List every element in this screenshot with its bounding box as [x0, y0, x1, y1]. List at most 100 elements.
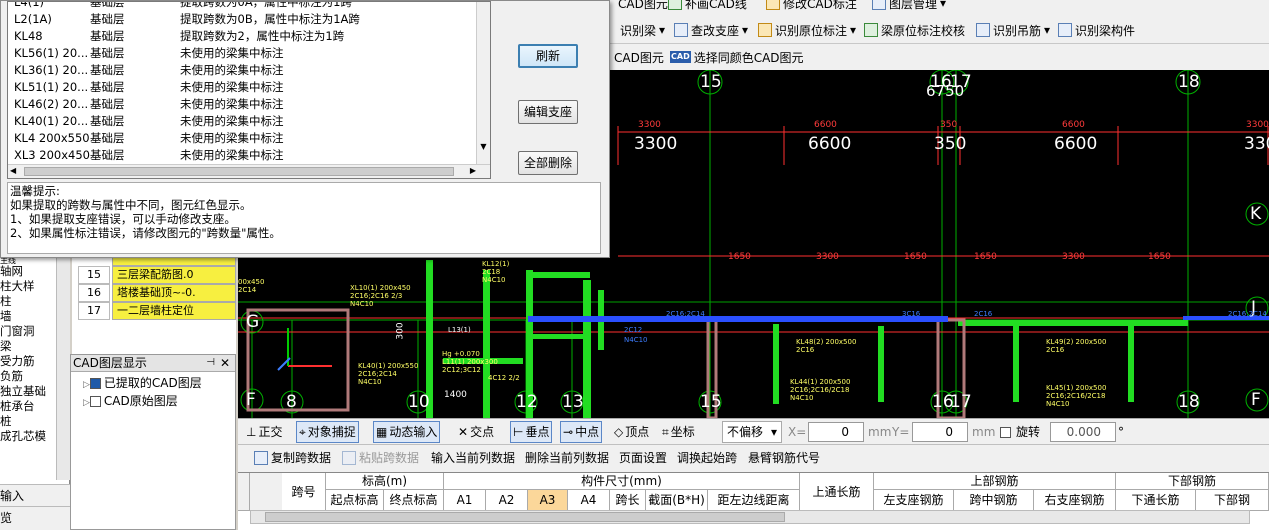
col-right-support-rebar: 右支座钢筋 — [1034, 490, 1116, 511]
list-item[interactable]: L4(1) 基础层 提取跨数为0A，属性中标注为1跨 — [8, 1, 478, 11]
delete-current-column-button[interactable]: 删除当前列数据 — [525, 449, 609, 466]
hanger-icon — [976, 23, 990, 37]
scroll-left-arrow-icon[interactable]: ◀ — [10, 166, 16, 175]
item-layer: 基础层 — [90, 97, 125, 111]
list-item[interactable]: XL3 200x450 基础层 未使用的梁集中标注 — [8, 147, 478, 164]
left-nav-scrollbar[interactable] — [56, 258, 70, 480]
checkbox-icon[interactable] — [89, 378, 101, 389]
input-current-column-button[interactable]: 输入当前列数据 — [431, 449, 515, 466]
check-support-label: 查改支座 — [691, 23, 740, 38]
beam-annotation-check-button[interactable]: 梁原位标注校核 — [864, 19, 965, 41]
draw-cad-line-button[interactable]: 补画CAD线 — [668, 0, 747, 14]
swap-start-span-button[interactable]: 调换起始跨 — [677, 449, 737, 466]
item-desc: 未使用的梁集中标注 — [180, 80, 284, 94]
list-item[interactable]: KL36(1) 20... 基础层 未使用的梁集中标注 — [8, 62, 478, 79]
list-item[interactable]: KL40(1) 20... 基础层 未使用的梁集中标注 — [8, 113, 478, 130]
page-setup-label: 页面设置 — [619, 451, 668, 465]
close-icon[interactable]: ✕ — [220, 355, 230, 371]
intersection-label: 交点 — [470, 425, 495, 439]
list-vertical-scrollbar[interactable]: ▼ — [476, 2, 490, 164]
item-desc: 提取跨数为0A，属性中标注为1跨 — [180, 1, 352, 9]
rotate-label: 旋转 — [1016, 425, 1041, 439]
object-snap-button[interactable]: ⌖ 对象捕捉 — [296, 421, 359, 443]
dim-white-2: 6600 — [808, 134, 852, 154]
modify-cad-annotation-button[interactable]: 修改CAD标注 — [766, 0, 857, 14]
preview-tab[interactable]: 览 — [0, 506, 70, 528]
scroll-down-arrow-icon[interactable]: ▼ — [479, 142, 488, 160]
tip-line: 1、如果提取支座错误，可以手动修改支座。 — [10, 212, 236, 226]
checkbox-icon[interactable] — [89, 396, 101, 407]
axis-label-18-bottom: 18 — [1178, 392, 1200, 412]
col-end-elevation: 终点标高 — [384, 490, 444, 511]
col-a3[interactable]: A3 — [528, 490, 568, 511]
delete-all-button[interactable]: 全部删除 — [518, 151, 578, 175]
coordinate-snap-button[interactable]: ⌗ 坐标 — [662, 421, 695, 443]
dynamic-input-label: 动态输入 — [389, 425, 438, 439]
input-tab[interactable]: 输入 — [0, 484, 70, 506]
offset-select[interactable]: 不偏移 ▾ — [722, 421, 782, 443]
scroll-thumb[interactable] — [265, 512, 785, 522]
pin-icon[interactable]: ⊣ — [206, 355, 215, 371]
x-coordinate-input[interactable]: 0 — [808, 422, 864, 442]
axis-label-12: 12 — [516, 392, 538, 412]
edit-support-button[interactable]: 编辑支座 — [518, 100, 578, 124]
list-item[interactable]: KL4 200x550 基础层 未使用的梁集中标注 — [8, 130, 478, 147]
dynamic-input-icon: ▦ — [376, 425, 388, 439]
select-same-color-cad-button[interactable]: CAD 选择同颜色CAD图元 — [670, 46, 804, 68]
swap-start-span-label: 调换起始跨 — [677, 451, 738, 465]
rebar-n4c10: N4C10 — [624, 336, 648, 344]
grid-horizontal-scrollbar[interactable] — [250, 510, 1250, 524]
table-row[interactable]: 17 一二层墙柱定位 — [72, 302, 236, 320]
layer-management-button[interactable]: 图层管理 ▾ — [872, 0, 946, 14]
cad-element-button[interactable]: CAD图元 — [618, 0, 668, 14]
list-item[interactable]: KL46(2) 20... 基础层 未使用的梁集中标注 — [8, 96, 478, 113]
axis-label-k: K — [1250, 204, 1262, 224]
tip-line: 如果提取的跨数与属性中不同，图元红色显示。 — [10, 198, 252, 212]
dropdown-arrow-icon: ▾ — [742, 23, 749, 37]
expand-icon[interactable]: ▷ — [83, 380, 90, 390]
table-row[interactable]: 16 塔楼基础顶~-0. — [72, 284, 236, 302]
midpoint-snap-button[interactable]: ⊸ 中点 — [560, 421, 603, 443]
item-name: KL4 200x550 — [14, 131, 90, 145]
refresh-button[interactable]: 刷新 — [518, 44, 578, 68]
list-item[interactable]: KL56(1) 20... 基础层 未使用的梁集中标注 — [8, 45, 478, 62]
copy-span-data-button[interactable]: 复制跨数据 — [254, 449, 331, 466]
rotate-toggle[interactable]: 旋转 — [1000, 421, 1040, 443]
intersection-snap-button[interactable]: ✕ 交点 — [458, 421, 494, 443]
scroll-right-arrow-icon[interactable]: ▶ — [470, 166, 476, 175]
identify-hanger-bar-button[interactable]: 识别吊筋 ▾ — [976, 19, 1050, 41]
paste-span-data-button[interactable]: 粘贴跨数据 — [342, 449, 419, 466]
identify-in-situ-annotation-button[interactable]: 识别原位标注 ▾ — [758, 19, 856, 41]
identify-beam-component-button[interactable]: 识别梁构件 — [1058, 19, 1135, 41]
cad-element-select-button[interactable]: CAD图元 — [614, 46, 664, 68]
list-item[interactable]: KL48 基础层 提取跨数为2，属性中标注为1跨 — [8, 28, 478, 45]
page-setup-button[interactable]: 页面设置 — [619, 449, 667, 466]
tip-line: 2、如果属性标注错误，请修改图元的"跨数量"属性。 — [10, 226, 281, 240]
list-item[interactable]: L2(1A) 基础层 提取跨数为0B，属性中标注为1A跨 — [8, 11, 478, 28]
identify-hanger-bar-label: 识别吊筋 — [993, 23, 1042, 38]
check-support-button[interactable]: 查改支座 ▾ — [674, 19, 748, 41]
rotate-angle-input[interactable]: 0.000 — [1050, 422, 1116, 442]
axis-label-10: 10 — [408, 392, 430, 412]
problem-list: L4(1) 基础层 提取跨数为0A，属性中标注为1跨 L2(1A) 基础层 提取跨数为0… — [7, 1, 491, 179]
col-top-rebar: 上部钢筋 — [874, 473, 1116, 490]
list-horizontal-scrollbar[interactable]: ◀ ▶ — [8, 164, 490, 178]
y-coordinate-input[interactable]: 0 — [912, 422, 968, 442]
cad-layer-panel-title: CAD图层显示 — [73, 356, 147, 370]
scroll-thumb[interactable] — [24, 167, 454, 176]
cad-layer-item-original[interactable]: ▷ CAD原始图层 — [71, 393, 235, 411]
dynamic-input-button[interactable]: ▦ 动态输入 — [373, 421, 441, 443]
list-item[interactable]: KL51(1) 20... 基础层 未使用的梁集中标注 — [8, 79, 478, 96]
col-span-no: 跨号 — [282, 473, 326, 511]
perpendicular-snap-button[interactable]: ⊢ 垂点 — [510, 421, 553, 443]
identify-beam-button[interactable]: 识别梁 ▾ — [620, 19, 665, 41]
dropdown-arrow-icon: ▾ — [659, 23, 666, 37]
vertex-snap-button[interactable]: ◇ 顶点 — [614, 421, 649, 443]
beam-label-kl44: KL44(1) 200x500 2C16;2C16/2C18 N4C10 — [790, 378, 851, 402]
cantilever-rebar-code-button[interactable]: 悬臂钢筋代号 — [748, 449, 820, 466]
ortho-button[interactable]: ⊥ 正交 — [246, 421, 282, 443]
table-row[interactable]: 15 三层梁配筋图.0 — [72, 266, 236, 284]
rotate-checkbox-icon[interactable] — [1000, 426, 1011, 438]
cad-layer-item-extracted[interactable]: ▷ 已提取的CAD图层 — [71, 372, 235, 393]
expand-icon[interactable]: ▷ — [83, 398, 90, 408]
